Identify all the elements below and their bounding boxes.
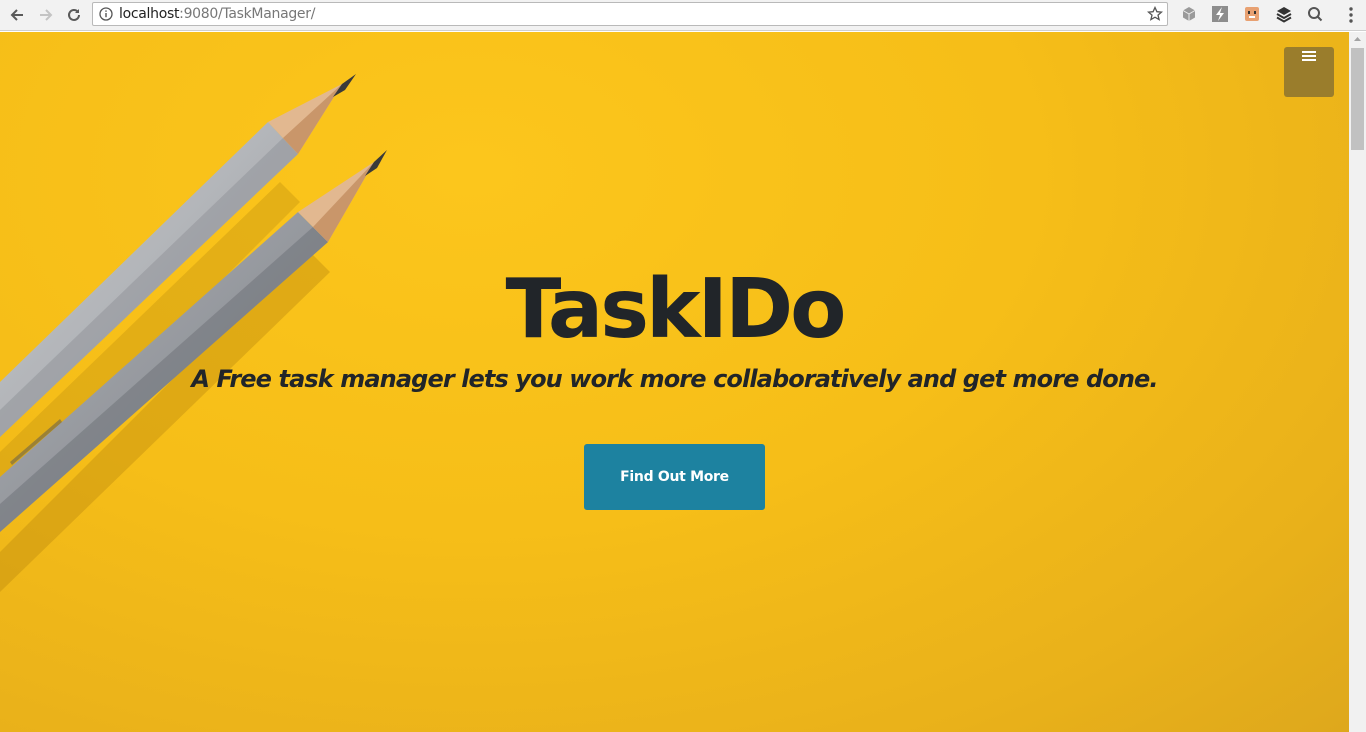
address-bar[interactable]: localhost:9080/TaskManager/ bbox=[92, 2, 1168, 26]
find-out-more-button[interactable]: Find Out More bbox=[584, 444, 765, 510]
extension-cube-icon[interactable] bbox=[1180, 5, 1198, 23]
url-host: localhost bbox=[119, 6, 180, 22]
browser-toolbar: localhost:9080/TaskManager/ bbox=[0, 0, 1366, 31]
page-title: TaskIDo bbox=[505, 262, 847, 357]
url-text: localhost:9080/TaskManager/ bbox=[119, 7, 315, 22]
reload-button[interactable] bbox=[63, 4, 85, 26]
scroll-up-arrow-icon[interactable] bbox=[1349, 32, 1366, 46]
url-path: :9080/TaskManager/ bbox=[179, 6, 316, 22]
forward-button[interactable] bbox=[35, 4, 57, 26]
bookmark-star-icon[interactable] bbox=[1147, 6, 1163, 22]
extension-layers-icon[interactable] bbox=[1275, 5, 1293, 23]
menu-toggle-button[interactable] bbox=[1284, 47, 1334, 97]
hamburger-icon bbox=[1302, 51, 1316, 63]
hero-subtitle: A Free task manager lets you work more c… bbox=[191, 365, 1158, 393]
extension-search-icon[interactable] bbox=[1306, 5, 1324, 23]
back-button[interactable] bbox=[6, 4, 28, 26]
page-scrollbar[interactable] bbox=[1349, 32, 1366, 732]
forward-arrow-icon bbox=[40, 9, 53, 21]
reload-icon bbox=[68, 8, 80, 21]
browser-menu-icon[interactable] bbox=[1344, 5, 1358, 25]
back-arrow-icon bbox=[10, 9, 23, 21]
hero-section: TaskIDo A Free task manager lets you wor… bbox=[0, 32, 1349, 732]
extension-bolt-icon[interactable] bbox=[1211, 5, 1229, 23]
scroll-thumb[interactable] bbox=[1351, 48, 1364, 150]
info-icon[interactable] bbox=[99, 7, 113, 21]
extension-face-icon[interactable] bbox=[1243, 5, 1261, 23]
